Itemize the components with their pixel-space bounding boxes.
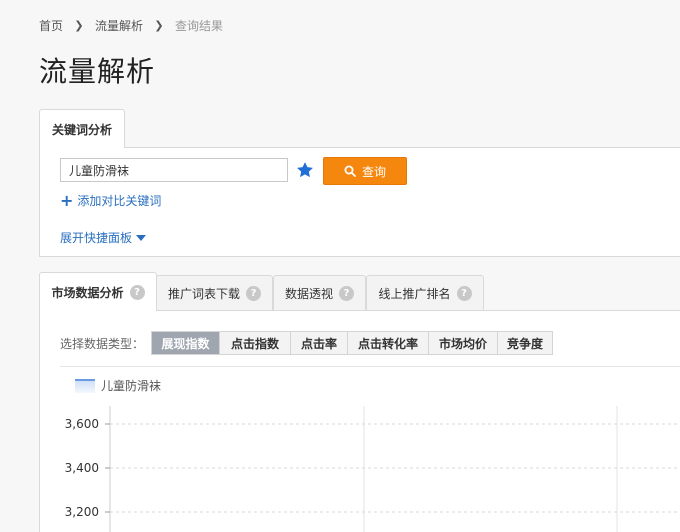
breadcrumb-section[interactable]: 流量解析 (95, 17, 143, 34)
legend-swatch (75, 378, 95, 393)
search-button[interactable]: 查询 (323, 157, 407, 185)
page-title: 流量解析 (39, 55, 156, 88)
data-type-conversion-rate[interactable]: 点击转化率 (347, 332, 428, 354)
data-type-label: 选择数据类型： (60, 337, 145, 351)
legend-label: 儿童防滑袜 (101, 379, 162, 393)
y-tick-label: 3,600 (65, 417, 99, 431)
tab-label: 数据透视 (284, 286, 333, 301)
expand-quick-panel-link[interactable]: 展开快捷面板 (60, 229, 147, 246)
tab-label: 线上推广排名 (378, 286, 451, 301)
y-tick-label: 3,200 (65, 505, 99, 519)
add-compare-keyword-link[interactable]: + 添加对比关键词 (60, 192, 161, 209)
data-type-selector: 展现指数 点击指数 点击率 点击转化率 市场均价 竞争度 (151, 331, 553, 355)
data-type-impression-index[interactable]: 展现指数 (152, 332, 219, 354)
star-icon[interactable] (295, 160, 315, 180)
search-button-label: 查询 (361, 164, 386, 179)
tab-label: 市场数据分析 (51, 285, 124, 300)
caret-down-icon (136, 234, 147, 241)
add-compare-label: 添加对比关键词 (77, 194, 162, 208)
tab-label: 推广词表下载 (167, 286, 240, 301)
tab-data-pivot[interactable]: 数据透视 ? (273, 275, 366, 310)
tab-keyword-list-download[interactable]: 推广词表下载 ? (156, 275, 273, 310)
help-icon[interactable]: ? (246, 285, 261, 301)
keyword-input[interactable] (60, 158, 288, 182)
data-type-ctr[interactable]: 点击率 (290, 332, 347, 354)
trend-chart: 3,600 3,400 3,200 (65, 406, 680, 532)
help-icon[interactable]: ? (129, 284, 145, 300)
chevron-right-icon: ❯ (154, 18, 164, 32)
tab-market-data-analysis[interactable]: 市场数据分析 ? (39, 272, 157, 311)
data-type-avg-price[interactable]: 市场均价 (428, 332, 497, 354)
data-type-click-index[interactable]: 点击指数 (219, 332, 290, 354)
y-tick-label: 3,400 (65, 461, 99, 475)
tab-online-promotion-ranking[interactable]: 线上推广排名 ? (366, 275, 484, 310)
search-icon (344, 165, 356, 177)
data-type-competition[interactable]: 竞争度 (497, 332, 552, 354)
help-icon[interactable]: ? (456, 285, 472, 301)
tab-keyword-analysis[interactable]: 关键词分析 (39, 109, 125, 148)
expand-panel-label: 展开快捷面板 (60, 231, 133, 245)
plus-icon: + (60, 190, 74, 210)
breadcrumb-home[interactable]: 首页 (39, 17, 63, 34)
breadcrumb-current: 查询结果 (175, 18, 224, 33)
market-data-panel: 选择数据类型： 展现指数 点击指数 点击率 点击转化率 市场均价 竞争度 儿童防… (39, 310, 680, 532)
chevron-right-icon: ❯ (74, 18, 84, 32)
help-icon[interactable]: ? (339, 285, 354, 301)
chart-legend[interactable]: 儿童防滑袜 (75, 377, 161, 394)
keyword-panel: 查询 + 添加对比关键词 展开快捷面板 (39, 147, 680, 257)
divider (60, 366, 680, 367)
breadcrumb: 首页 ❯ 流量解析 ❯ 查询结果 (39, 16, 223, 34)
